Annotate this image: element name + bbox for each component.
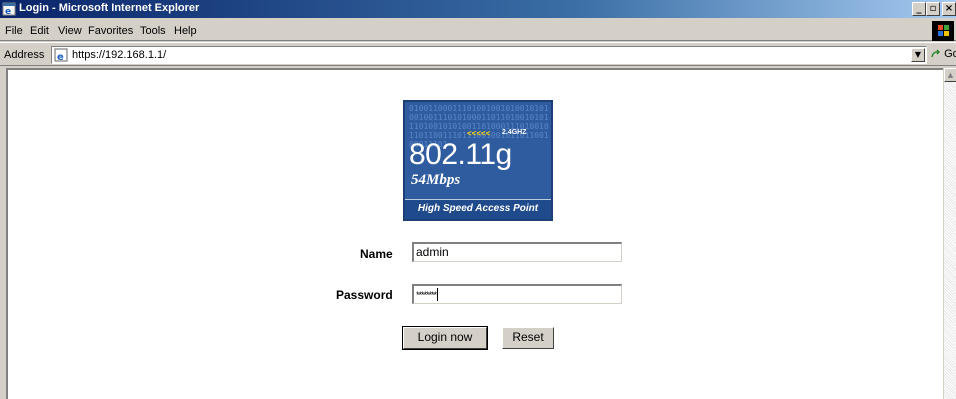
vertical-scrollbar[interactable]: ▲	[943, 68, 956, 399]
logo-frequency: 2.4GHZ	[502, 129, 527, 136]
menu-edit[interactable]: Edit	[30, 25, 49, 37]
windows-logo-icon	[932, 21, 954, 41]
menu-help[interactable]: Help	[174, 25, 197, 37]
window-title: Login - Microsoft Internet Explorer	[19, 2, 200, 14]
logo-tagline-band: High Speed Access Point	[405, 199, 551, 219]
go-arrow-icon	[931, 49, 940, 58]
menu-favorites[interactable]: Favorites	[88, 25, 133, 37]
internet-explorer-icon: e	[2, 2, 16, 16]
svg-text:e: e	[57, 52, 64, 62]
minimize-button[interactable]: _	[912, 2, 926, 16]
browser-window: e Login - Microsoft Internet Explorer _ …	[0, 0, 956, 399]
address-input[interactable]: e https://192.168.1.1/ ▼	[51, 46, 927, 64]
logo-speed: 54Mbps	[411, 172, 461, 188]
menu-tools[interactable]: Tools	[140, 25, 166, 37]
address-bar: Address e https://192.168.1.1/ ▼ Go	[0, 42, 956, 66]
page-content: 0100110001110100100101001010100100111010…	[6, 68, 943, 399]
product-logo: 0100110001110100100101001010100100111010…	[403, 100, 553, 221]
login-button[interactable]: Login now	[402, 326, 488, 350]
go-button[interactable]: Go	[931, 48, 956, 60]
maximize-button[interactable]: ▫	[926, 2, 940, 16]
logo-arrows: <<<<<	[467, 129, 491, 138]
chevron-down-icon[interactable]: ▼	[911, 48, 925, 62]
address-url: https://192.168.1.1/	[72, 49, 167, 61]
page-icon: e	[54, 48, 68, 62]
name-label: Name	[360, 247, 393, 261]
text-caret	[437, 288, 439, 302]
password-input[interactable]: ********	[412, 284, 622, 304]
password-mask: ********	[416, 290, 437, 300]
close-button[interactable]: ×	[942, 2, 956, 16]
go-label: Go	[944, 48, 956, 60]
name-input[interactable]: admin	[412, 242, 622, 262]
menu-view[interactable]: View	[58, 25, 82, 37]
password-label: Password	[336, 288, 393, 302]
title-bar[interactable]: e Login - Microsoft Internet Explorer _ …	[0, 0, 956, 18]
menu-file[interactable]: File	[5, 25, 23, 37]
reset-button[interactable]: Reset	[502, 327, 554, 349]
logo-tagline: High Speed Access Point	[417, 203, 539, 214]
menu-bar: File Edit View Favorites Tools Help	[0, 20, 956, 41]
logo-standard: 802.11g	[409, 138, 512, 171]
address-label: Address	[4, 49, 45, 61]
scroll-up-icon[interactable]: ▲	[944, 68, 956, 82]
svg-text:e: e	[5, 7, 11, 16]
